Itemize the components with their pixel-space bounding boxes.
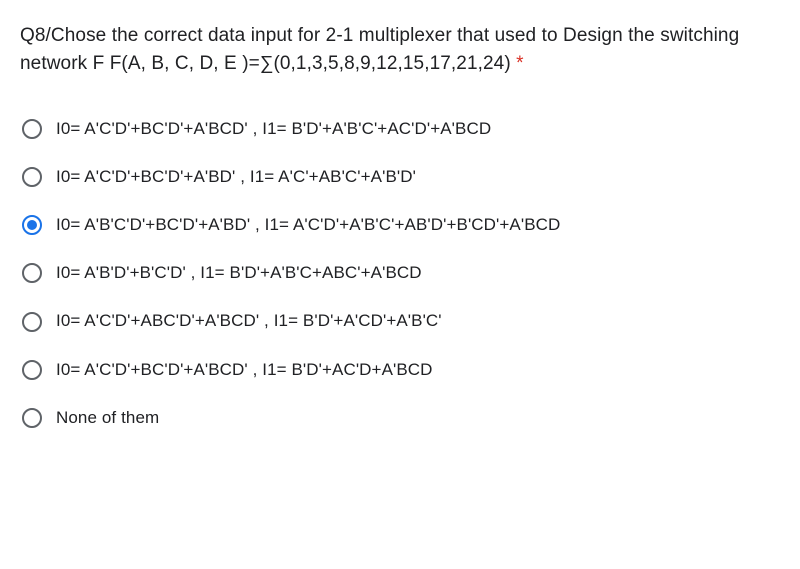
option-2[interactable]: I0= A'C'D'+BC'D'+A'BD' , I1= A'C'+AB'C'+… (20, 153, 784, 201)
option-3[interactable]: I0= A'B'C'D'+BC'D'+A'BD' , I1= A'C'D'+A'… (20, 201, 784, 249)
radio-icon (22, 312, 42, 332)
option-label: I0= A'C'D'+BC'D'+A'BCD' , I1= B'D'+A'B'C… (56, 118, 491, 140)
options-group: I0= A'C'D'+BC'D'+A'BCD' , I1= B'D'+A'B'C… (20, 105, 784, 442)
option-7[interactable]: None of them (20, 394, 784, 442)
option-4[interactable]: I0= A'B'D'+B'C'D' , I1= B'D'+A'B'C+ABC'+… (20, 249, 784, 297)
question-text: Q8/Chose the correct data input for 2-1 … (20, 22, 784, 77)
option-label: I0= A'B'C'D'+BC'D'+A'BD' , I1= A'C'D'+A'… (56, 214, 560, 236)
radio-icon (22, 360, 42, 380)
radio-icon-selected (22, 215, 42, 235)
option-label: I0= A'B'D'+B'C'D' , I1= B'D'+A'B'C+ABC'+… (56, 262, 422, 284)
radio-icon (22, 408, 42, 428)
question-card: Q8/Chose the correct data input for 2-1 … (0, 0, 800, 452)
question-body: Q8/Chose the correct data input for 2-1 … (20, 25, 739, 74)
radio-icon (22, 119, 42, 139)
required-indicator: * (516, 53, 524, 74)
option-label: I0= A'C'D'+BC'D'+A'BD' , I1= A'C'+AB'C'+… (56, 166, 416, 188)
option-6[interactable]: I0= A'C'D'+BC'D'+A'BCD' , I1= B'D'+AC'D+… (20, 346, 784, 394)
option-5[interactable]: I0= A'C'D'+ABC'D'+A'BCD' , I1= B'D'+A'CD… (20, 297, 784, 345)
option-1[interactable]: I0= A'C'D'+BC'D'+A'BCD' , I1= B'D'+A'B'C… (20, 105, 784, 153)
option-label: I0= A'C'D'+BC'D'+A'BCD' , I1= B'D'+AC'D+… (56, 359, 433, 381)
option-label: I0= A'C'D'+ABC'D'+A'BCD' , I1= B'D'+A'CD… (56, 310, 442, 332)
option-label: None of them (56, 407, 159, 429)
radio-icon (22, 167, 42, 187)
radio-icon (22, 263, 42, 283)
